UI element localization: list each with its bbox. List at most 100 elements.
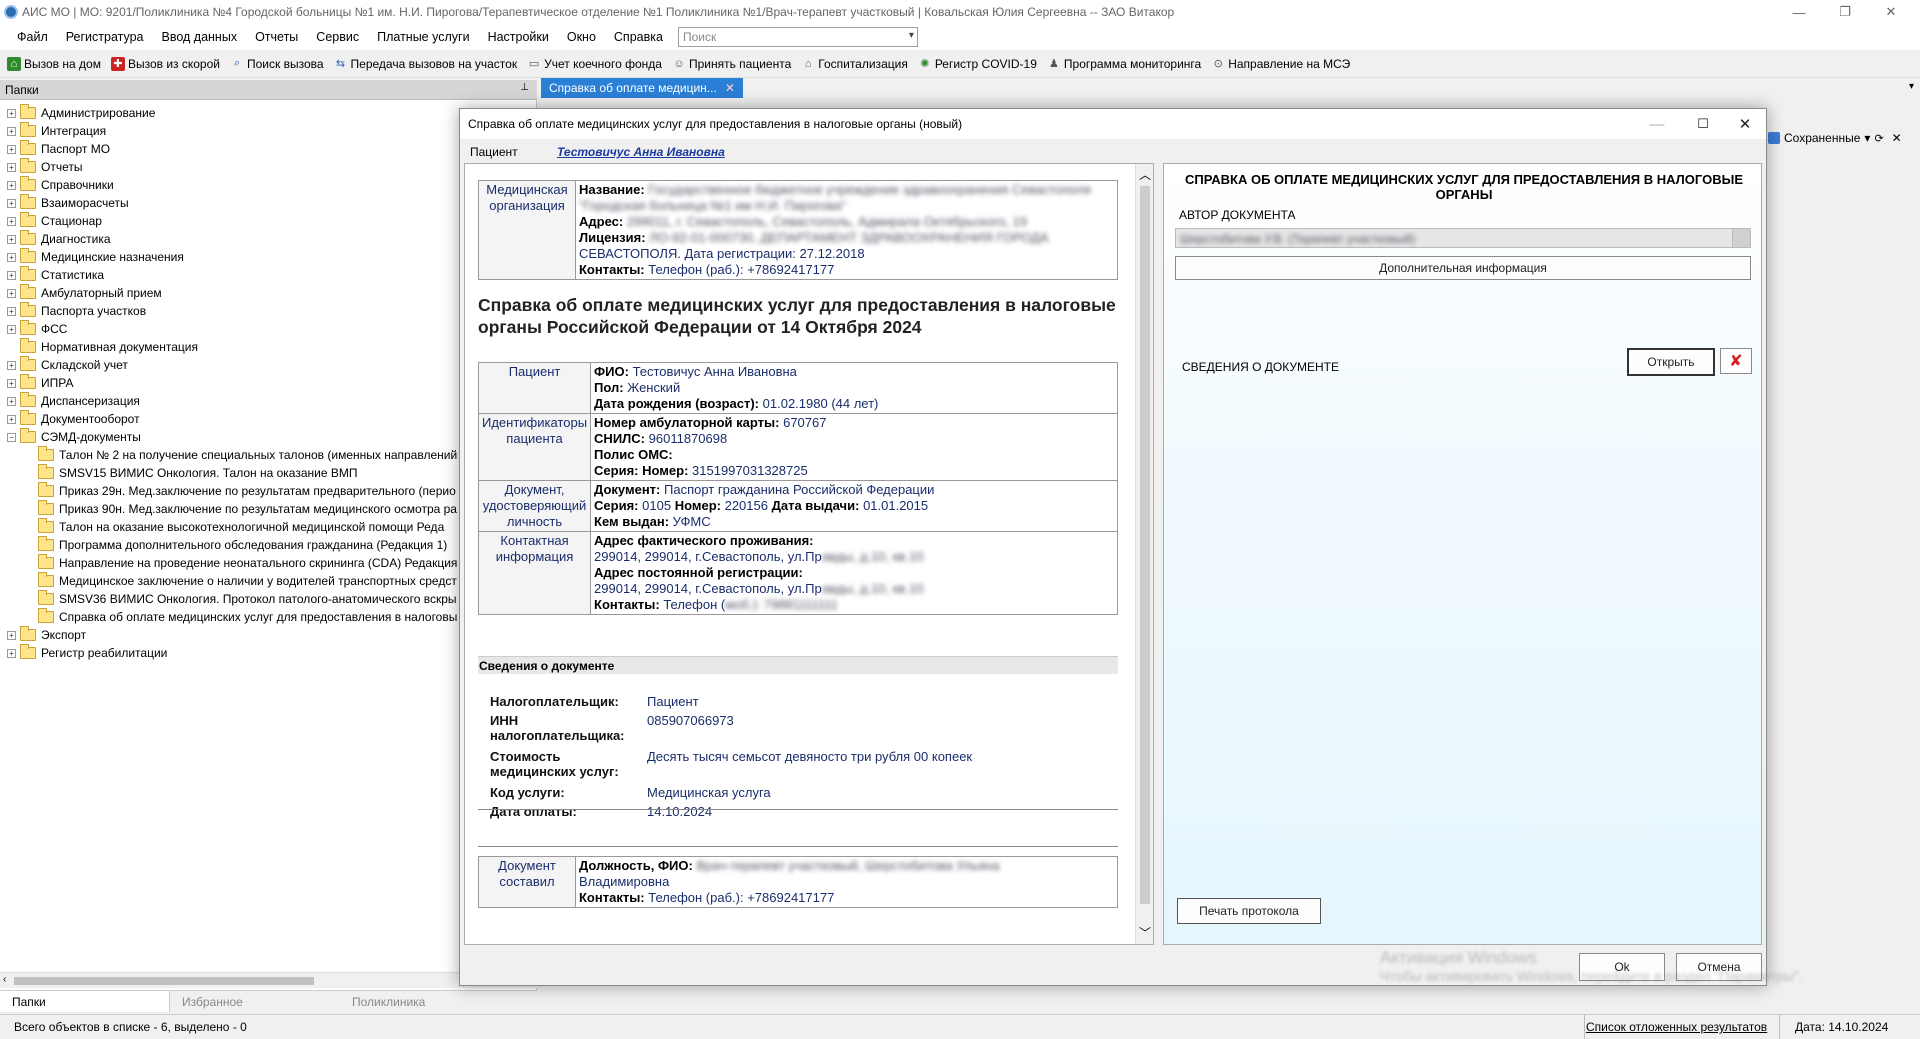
expander-icon[interactable] bbox=[7, 343, 16, 352]
saved-chevron-icon[interactable]: ▾ bbox=[1864, 131, 1870, 145]
tree-item[interactable]: + Отчеты bbox=[0, 158, 460, 176]
tree-item[interactable]: + Взаиморасчеты bbox=[0, 194, 460, 212]
menu-paid-services[interactable]: Платные услуги bbox=[368, 30, 478, 44]
tree-item[interactable]: Талон на оказание высокотехнологичной ме… bbox=[0, 518, 460, 536]
expander-icon[interactable]: + bbox=[7, 252, 16, 262]
patient-link[interactable]: Тестовичус Анна Ивановна bbox=[557, 145, 725, 159]
expander-icon[interactable]: + bbox=[7, 378, 16, 388]
expander-icon[interactable]: + bbox=[7, 288, 16, 298]
tree-item[interactable]: + Диспансеризация bbox=[0, 392, 460, 410]
close-window-button[interactable]: ✕ bbox=[1868, 0, 1914, 24]
tree-item[interactable]: SMSV36 ВИМИС Онкология. Протокол патолог… bbox=[0, 590, 460, 608]
expander-icon[interactable]: − bbox=[7, 432, 16, 442]
menu-data-entry[interactable]: Ввод данных bbox=[153, 30, 247, 44]
tab-favorites[interactable]: Избранное bbox=[170, 991, 340, 1012]
toolbar-button-2[interactable]: ⌕ Поиск вызова bbox=[225, 57, 329, 71]
toolbar-button-3[interactable]: ⇆ Передача вызовов на участок bbox=[329, 57, 523, 71]
tree-item[interactable]: + Справочники bbox=[0, 176, 460, 194]
tab-folders[interactable]: Папки bbox=[0, 991, 170, 1012]
tree-item[interactable]: + ФСС bbox=[0, 320, 460, 338]
tree-item[interactable]: + Интеграция bbox=[0, 122, 460, 140]
toolbar-button-6[interactable]: ⌂ Госпитализация bbox=[796, 57, 913, 71]
scroll-left-icon[interactable]: ‹ bbox=[3, 974, 6, 985]
dialog-close-button[interactable]: ✕ bbox=[1722, 109, 1768, 139]
expander-icon[interactable]: + bbox=[7, 306, 16, 316]
tree-item[interactable]: SMSV15 ВИМИС Онкология. Талон на оказани… bbox=[0, 464, 460, 482]
tree-item[interactable]: + Медицинские назначения bbox=[0, 248, 460, 266]
tree-item[interactable]: Приказ 90н. Мед.заключение по результата… bbox=[0, 500, 460, 518]
menu-service[interactable]: Сервис bbox=[307, 30, 368, 44]
menu-registry[interactable]: Регистратура bbox=[57, 30, 153, 44]
menu-settings[interactable]: Настройки bbox=[479, 30, 558, 44]
expander-icon[interactable]: + bbox=[7, 234, 16, 244]
saved-widget[interactable]: Сохраненные ▾ ⟳ ✕ bbox=[1768, 128, 1920, 148]
dialog-minimize-button[interactable]: — bbox=[1634, 109, 1680, 139]
tree-item[interactable]: Нормативная документация bbox=[0, 338, 460, 356]
tree-item[interactable]: Справка об оплате медицинских услуг для … bbox=[0, 608, 460, 626]
expander-icon[interactable]: + bbox=[7, 180, 16, 190]
toolbar-button-8[interactable]: ♟ Программа мониторинга bbox=[1042, 57, 1206, 71]
expander-icon[interactable]: + bbox=[7, 396, 16, 406]
tree-item[interactable]: + Документооборот bbox=[0, 410, 460, 428]
dialog-maximize-button[interactable]: ☐ bbox=[1680, 109, 1726, 139]
delete-button[interactable]: ✘ bbox=[1720, 348, 1752, 374]
tree-item[interactable]: + Статистика bbox=[0, 266, 460, 284]
tree-item[interactable]: + Администрирование bbox=[0, 104, 460, 122]
scroll-up-icon[interactable]: ︿ bbox=[1139, 166, 1151, 183]
search-input[interactable]: Поиск ▾ bbox=[677, 27, 918, 47]
expander-icon[interactable]: + bbox=[7, 198, 16, 208]
scroll-down-icon[interactable]: ﹀ bbox=[1139, 924, 1151, 941]
tree-item[interactable]: − СЭМД-документы bbox=[0, 428, 460, 446]
expander-icon[interactable]: + bbox=[7, 324, 16, 334]
tab-list-chevron-icon[interactable]: ▾ bbox=[1909, 81, 1914, 92]
tab-payment-certificate[interactable]: Справка об оплате медицин... ✕ bbox=[541, 78, 743, 98]
expander-icon[interactable]: + bbox=[7, 162, 16, 172]
menu-reports[interactable]: Отчеты bbox=[246, 30, 307, 44]
tree-item[interactable]: Медицинское заключение о наличии у водит… bbox=[0, 572, 460, 590]
expander-icon[interactable]: + bbox=[7, 630, 16, 640]
tree-item[interactable]: + Паспорт МО bbox=[0, 140, 460, 158]
expander-icon[interactable]: + bbox=[7, 126, 16, 136]
toolbar-button-1[interactable]: ✚ Вызов из скорой bbox=[106, 56, 225, 71]
tab-polyclinic[interactable]: Поликлиника bbox=[340, 991, 510, 1012]
print-protocol-button[interactable]: Печать протокола bbox=[1177, 898, 1321, 924]
pin-icon[interactable]: ⊥ bbox=[520, 82, 529, 93]
saved-close-icon[interactable]: ✕ bbox=[1892, 131, 1902, 145]
open-button[interactable]: Открыть bbox=[1627, 348, 1715, 376]
tree-item[interactable]: + Стационар bbox=[0, 212, 460, 230]
tree-item[interactable]: + Диагностика bbox=[0, 230, 460, 248]
document-vertical-scrollbar[interactable]: ︿ ﹀ bbox=[1135, 164, 1153, 944]
deferred-results-link[interactable]: Список отложенных результатов bbox=[1584, 1020, 1767, 1034]
chevron-down-icon[interactable]: ▾ bbox=[909, 30, 914, 41]
toolbar-button-0[interactable]: ⌂ Вызов на дом bbox=[2, 56, 106, 71]
document-scroll-thumb[interactable] bbox=[1140, 186, 1150, 904]
expander-icon[interactable]: + bbox=[7, 414, 16, 424]
tree-item[interactable]: + Экспорт bbox=[0, 626, 460, 644]
tree-item[interactable]: + Регистр реабилитации bbox=[0, 644, 460, 662]
tree-item[interactable]: + Паспорта участков bbox=[0, 302, 460, 320]
refresh-icon[interactable]: ⟳ bbox=[1874, 132, 1883, 145]
menu-window[interactable]: Окно bbox=[558, 30, 605, 44]
expander-icon[interactable]: + bbox=[7, 360, 16, 370]
expander-icon[interactable]: + bbox=[7, 270, 16, 280]
expander-icon[interactable]: + bbox=[7, 216, 16, 226]
scroll-thumb[interactable] bbox=[14, 977, 314, 985]
toolbar-button-7[interactable]: ✺ Регистр COVID-19 bbox=[913, 57, 1042, 71]
author-field[interactable]: Шерстобитова У.В. (Терапевт участковый) bbox=[1175, 228, 1751, 248]
menu-file[interactable]: Файл bbox=[8, 30, 57, 44]
additional-info-button[interactable]: Дополнительная информация bbox=[1175, 256, 1751, 280]
tree-item[interactable]: + Складской учет bbox=[0, 356, 460, 374]
tree-item[interactable]: + Амбулаторный прием bbox=[0, 284, 460, 302]
restore-button[interactable]: ❐ bbox=[1822, 0, 1868, 24]
toolbar-button-5[interactable]: ☺ Принять пациента bbox=[667, 57, 796, 71]
tree-item[interactable]: Талон № 2 на получение специальных талон… bbox=[0, 446, 460, 464]
expander-icon[interactable]: + bbox=[7, 108, 16, 118]
tree-item[interactable]: Направление на проведение неонатального … bbox=[0, 554, 460, 572]
menu-help[interactable]: Справка bbox=[605, 30, 672, 44]
toolbar-button-4[interactable]: ▭ Учет коечного фонда bbox=[522, 57, 667, 71]
close-tab-icon[interactable]: ✕ bbox=[725, 81, 735, 95]
horizontal-scrollbar[interactable]: ‹ bbox=[0, 972, 537, 988]
tree-item[interactable]: Приказ 29н. Мед.заключение по результата… bbox=[0, 482, 460, 500]
expander-icon[interactable]: + bbox=[7, 648, 16, 658]
toolbar-button-9[interactable]: ⊙ Направление на МСЭ bbox=[1206, 57, 1355, 71]
